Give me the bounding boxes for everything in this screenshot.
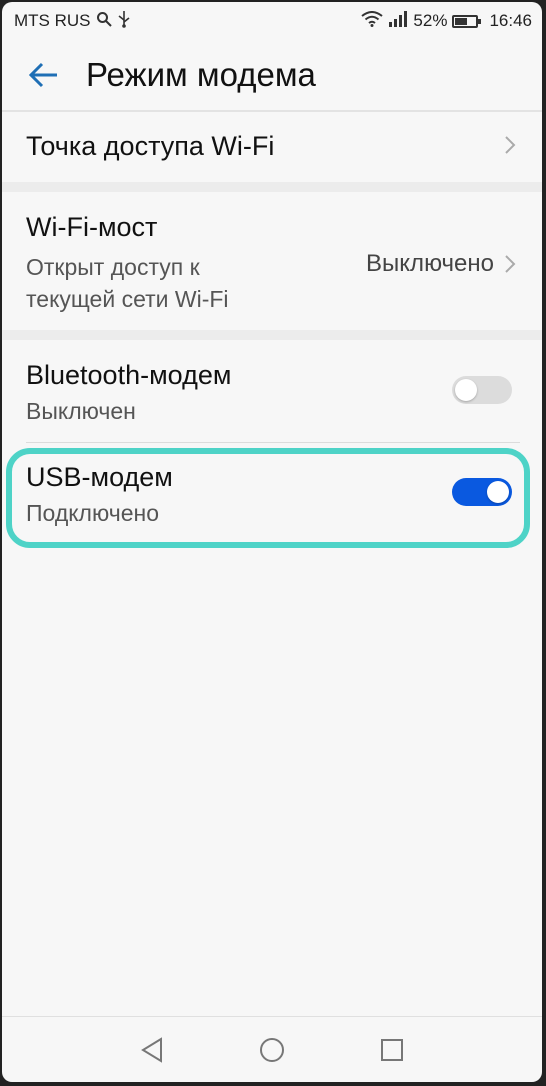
- phone-screen: MTS RUS 52% 16:46 Режим модема Точка дос…: [2, 2, 542, 1082]
- back-arrow-icon[interactable]: [24, 55, 64, 95]
- search-icon: [96, 11, 112, 32]
- clock: 16:46: [489, 11, 532, 30]
- nav-home-icon[interactable]: [257, 1035, 287, 1065]
- battery-percent: 52%: [413, 11, 448, 30]
- header: Режим модема: [2, 40, 542, 112]
- divider: [26, 442, 520, 443]
- bluetooth-modem-title: Bluetooth-модем: [26, 360, 232, 390]
- wifi-bridge-title: Wi-Fi-мост: [26, 212, 158, 242]
- battery-icon: [452, 14, 482, 28]
- wifi-bridge-value: Выключено: [366, 250, 494, 277]
- usb-icon: [117, 10, 131, 33]
- wifi-bridge-subtitle-2: текущей сети Wi-Fi: [26, 286, 229, 312]
- status-bar: MTS RUS 52% 16:46: [2, 2, 542, 40]
- hotspot-title: Точка доступа Wi-Fi: [26, 130, 275, 161]
- bluetooth-modem-toggle[interactable]: [452, 376, 512, 404]
- section-divider: [2, 330, 542, 340]
- nav-back-icon[interactable]: [137, 1035, 167, 1065]
- chevron-right-icon: [504, 250, 516, 281]
- carrier-label: MTS RUS: [14, 11, 91, 30]
- list-item-wifi-bridge[interactable]: Wi-Fi-мост Открыт доступ к текущей сети …: [2, 192, 542, 330]
- section-divider: [2, 182, 542, 192]
- navigation-bar: [2, 1016, 542, 1082]
- nav-recents-icon[interactable]: [377, 1035, 407, 1065]
- list-item-hotspot[interactable]: Точка доступа Wi-Fi: [2, 110, 542, 182]
- signal-icon: [388, 10, 408, 32]
- chevron-right-icon: [504, 131, 516, 162]
- list-item-bluetooth-modem[interactable]: Bluetooth-модем Выключен: [2, 340, 542, 442]
- wifi-icon: [361, 10, 384, 32]
- page-title: Режим модема: [86, 56, 316, 93]
- toggle-knob: [455, 379, 477, 401]
- highlight-frame: [6, 448, 530, 548]
- bluetooth-modem-status: Выключен: [26, 398, 136, 424]
